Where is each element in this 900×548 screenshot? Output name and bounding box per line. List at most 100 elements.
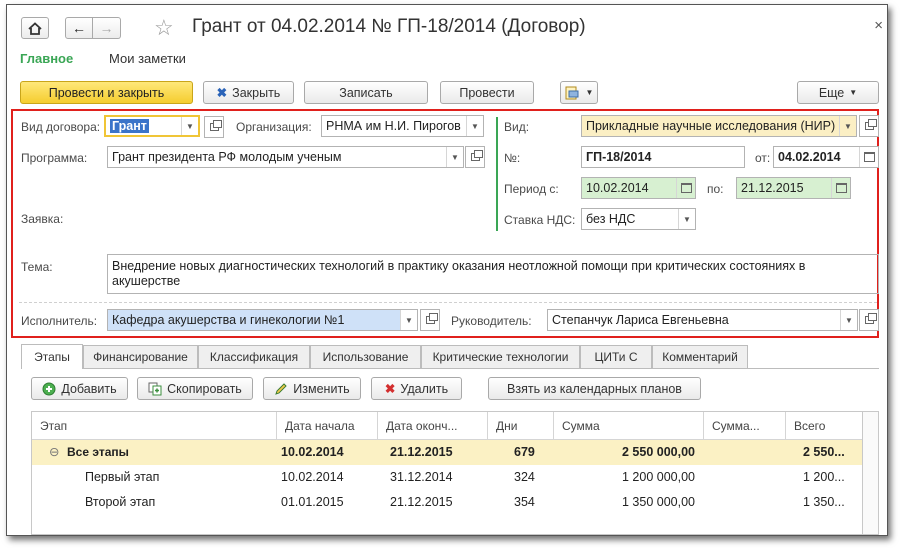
vat-field[interactable]: без НДС ▼ <box>581 208 696 230</box>
post-and-close-button[interactable]: Провести и закрыть <box>20 81 193 104</box>
tab-citis[interactable]: ЦИТи С <box>580 345 652 368</box>
add-stage-label: Добавить <box>61 381 117 396</box>
copy-stage-label: Скопировать <box>167 381 242 396</box>
kind-field[interactable]: Прикладные научные исследования (НИР) ▼ <box>581 115 857 137</box>
open-icon <box>470 150 483 161</box>
back-button[interactable]: ← <box>65 17 93 39</box>
period-to-field[interactable]: 21.12.2015 <box>736 177 851 199</box>
highlight-frame <box>11 109 879 338</box>
chevron-down-icon[interactable]: ▼ <box>839 116 856 136</box>
number-label: №: <box>504 151 521 165</box>
calendar-icon <box>863 152 875 162</box>
open-manager-button[interactable] <box>859 309 879 331</box>
page-title: Грант от 04.02.2014 № ГП-18/2014 (Догово… <box>192 16 586 37</box>
calendar-button[interactable] <box>676 178 695 198</box>
col-header-sum[interactable]: Сумма <box>554 412 704 440</box>
calendar-icon <box>680 183 692 193</box>
arrow-right-icon: → <box>99 20 114 36</box>
print-dropdown-button[interactable]: ▼ <box>560 81 598 104</box>
open-executor-button[interactable] <box>420 309 440 331</box>
request-label: Заявка: <box>21 212 64 226</box>
document-print-icon <box>565 86 579 99</box>
col-header-stage[interactable]: Этап <box>32 412 277 440</box>
table-scrollbar[interactable] <box>863 411 879 535</box>
tab-my-notes[interactable]: Мои заметки <box>109 51 186 66</box>
manager-value: Степанчук Лариса Евгеньевна <box>552 313 729 327</box>
post-label: Провести <box>459 85 515 100</box>
add-icon <box>42 382 56 395</box>
open-icon <box>864 119 877 130</box>
open-program-button[interactable] <box>465 146 485 168</box>
organization-field[interactable]: РНМА им Н.И. Пирогов ▼ <box>321 115 484 137</box>
chevron-down-icon: ▼ <box>585 88 594 97</box>
col-header-days[interactable]: Дни <box>488 412 554 440</box>
copy-icon <box>148 382 162 395</box>
number-field[interactable]: ГП-18/2014 <box>581 146 745 168</box>
tab-comment[interactable]: Комментарий <box>652 345 748 368</box>
from-plans-label: Взять из календарных планов <box>507 381 682 396</box>
chevron-down-icon[interactable]: ▼ <box>840 310 857 330</box>
edit-stage-button[interactable]: Изменить <box>263 377 361 400</box>
arrow-left-icon: ← <box>72 20 86 36</box>
more-button[interactable]: Еще ▼ <box>797 81 879 104</box>
chevron-down-icon[interactable]: ▼ <box>678 209 695 229</box>
group-divider <box>496 117 498 231</box>
executor-field[interactable]: Кафедра акушерства и гинекологии №1 ▼ <box>107 309 418 331</box>
executor-value: Кафедра акушерства и гинекологии №1 <box>112 313 345 327</box>
col-header-sum2[interactable]: Сумма... <box>704 412 786 440</box>
tab-main[interactable]: Главное <box>20 51 73 66</box>
tab-usage[interactable]: Использование <box>310 345 421 368</box>
row-total: 1 350... <box>803 495 845 509</box>
home-button[interactable] <box>21 17 49 39</box>
contract-type-field[interactable]: Грант ▼ <box>104 115 200 137</box>
manager-field[interactable]: Степанчук Лариса Евгеньевна ▼ <box>547 309 858 331</box>
collapse-icon[interactable]: ⊖ <box>49 444 59 459</box>
period-from-field[interactable]: 10.02.2014 <box>581 177 696 199</box>
chevron-down-icon[interactable]: ▼ <box>466 116 483 136</box>
program-value: Грант президента РФ молодым ученым <box>112 150 342 164</box>
tab-critical-technologies[interactable]: Критические технологии <box>421 345 580 368</box>
chevron-down-icon[interactable]: ▼ <box>446 147 463 167</box>
from-plans-button[interactable]: Взять из календарных планов <box>488 377 701 400</box>
close-icon[interactable]: × <box>874 17 883 34</box>
col-header-start-date[interactable]: Дата начала <box>277 412 378 440</box>
row-days: 324 <box>514 470 535 484</box>
save-button[interactable]: Записать <box>304 81 428 104</box>
program-field[interactable]: Грант президента РФ молодым ученым ▼ <box>107 146 464 168</box>
chevron-down-icon[interactable]: ▼ <box>400 310 417 330</box>
contract-type-label: Вид договора: <box>21 120 101 134</box>
copy-stage-button[interactable]: Скопировать <box>137 377 253 400</box>
number-value: ГП-18/2014 <box>586 150 652 164</box>
tab-classification[interactable]: Классификация <box>198 345 310 368</box>
star-icon[interactable]: ☆ <box>154 15 174 41</box>
pencil-icon <box>275 382 288 395</box>
document-window: ← → ☆ Грант от 04.02.2014 № ГП-18/2014 (… <box>6 4 888 536</box>
post-button[interactable]: Провести <box>440 81 534 104</box>
col-header-end-date[interactable]: Дата оконч... <box>378 412 488 440</box>
date-field[interactable]: 04.02.2014 <box>773 146 879 168</box>
calendar-button[interactable] <box>859 147 878 167</box>
chevron-down-icon[interactable]: ▼ <box>181 117 198 135</box>
open-icon <box>425 313 438 324</box>
period-to-label: по: <box>707 182 724 196</box>
close-button[interactable]: ✖ Закрыть <box>203 81 294 104</box>
open-kind-button[interactable] <box>859 115 879 137</box>
forward-button[interactable]: → <box>93 17 121 39</box>
topic-value: Внедрение новых диагностических технолог… <box>112 259 806 288</box>
date-value: 04.02.2014 <box>778 150 841 164</box>
col-header-total[interactable]: Всего <box>786 412 863 440</box>
save-label: Записать <box>339 85 393 100</box>
calendar-button[interactable] <box>831 178 850 198</box>
tab-financing[interactable]: Финансирование <box>83 345 198 368</box>
open-contract-type-button[interactable] <box>204 116 224 138</box>
post-and-close-label: Провести и закрыть <box>48 85 165 100</box>
row-start: 10.02.2014 <box>281 445 344 459</box>
add-stage-button[interactable]: Добавить <box>31 377 128 400</box>
delete-stage-button[interactable]: ✖ Удалить <box>371 377 462 400</box>
topic-field[interactable]: Внедрение новых диагностических технолог… <box>107 254 879 294</box>
row-total: 1 200... <box>803 470 845 484</box>
contract-type-value: Грант <box>110 119 149 133</box>
tab-stages[interactable]: Этапы <box>21 344 83 369</box>
executor-label: Исполнитель: <box>21 314 98 328</box>
vat-label: Ставка НДС: <box>504 213 576 227</box>
